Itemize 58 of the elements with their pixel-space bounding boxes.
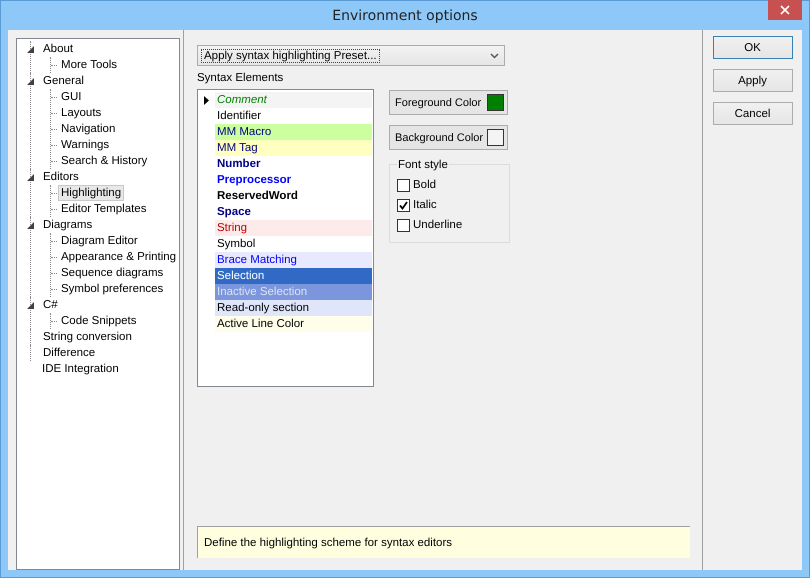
tree-item[interactable]: Navigation	[58, 121, 118, 137]
tree-item[interactable]: Difference	[40, 345, 98, 361]
tree-item[interactable]: IDE Integration	[39, 361, 122, 377]
dialog-button[interactable]: Cancel	[712, 102, 792, 125]
tree-item[interactable]: General	[40, 73, 87, 89]
syntax-element-item[interactable]: Selection	[215, 268, 372, 284]
tree-item[interactable]: Symbol preferences	[58, 281, 166, 297]
dialog-button[interactable]: OK	[712, 36, 792, 59]
syntax-element-item[interactable]: Brace Matching	[215, 252, 372, 268]
syntax-element-item[interactable]: Active Line Color	[215, 316, 372, 332]
tree-item[interactable]: More Tools	[58, 57, 120, 73]
syntax-element-item[interactable]: Symbol	[215, 236, 372, 252]
tree-item[interactable]: Editor Templates	[58, 201, 150, 217]
color-button[interactable]: Foreground Color	[389, 90, 508, 115]
tree-item[interactable]: Editors	[40, 169, 82, 185]
tree-item[interactable]: C#	[40, 297, 61, 313]
dialog-button[interactable]: Apply	[712, 69, 792, 92]
expander-icon[interactable]	[27, 222, 34, 228]
tree-item[interactable]: Diagrams	[40, 217, 96, 233]
tree-item[interactable]: Appearance & Printing	[58, 249, 180, 265]
syntax-element-item[interactable]: MM Tag	[215, 140, 372, 156]
tree-item[interactable]: Code Snippets	[58, 313, 140, 329]
expander-icon[interactable]	[27, 174, 34, 180]
tree-item[interactable]: Search & History	[58, 153, 150, 169]
checkbox-label[interactable]: Italic	[412, 199, 438, 211]
chevron-down-icon	[490, 52, 499, 58]
window-title: Environment options	[332, 8, 478, 24]
tree-item[interactable]: About	[40, 41, 76, 57]
close-button[interactable]	[768, 0, 802, 20]
syntax-element-item[interactable]: Read-only section	[215, 300, 372, 316]
tree-item[interactable]: Warnings	[58, 137, 112, 153]
checkbox[interactable]	[397, 178, 410, 192]
expander-icon[interactable]	[27, 302, 34, 308]
checkbox[interactable]	[397, 218, 410, 232]
tree-item[interactable]: Diagram Editor	[58, 233, 141, 249]
checkbox-label[interactable]: Underline	[412, 219, 464, 231]
description-text: Define the highlighting scheme for syntax editors	[197, 526, 690, 558]
checkbox-label[interactable]: Bold	[412, 179, 438, 191]
expander-icon[interactable]	[27, 78, 34, 84]
tree-item[interactable]: Sequence diagrams	[58, 265, 166, 281]
syntax-element-item[interactable]: Space	[215, 204, 372, 220]
syntax-element-item[interactable]: String	[215, 220, 372, 236]
syntax-element-item[interactable]: Comment	[215, 92, 372, 108]
close-icon	[780, 5, 790, 15]
syntax-element-item[interactable]: Preprocessor	[215, 172, 372, 188]
syntax-element-item[interactable]: MM Macro	[215, 124, 372, 140]
syntax-elements-label: Syntax Elements	[197, 72, 284, 84]
tree-item[interactable]: GUI	[58, 89, 84, 105]
tree-item[interactable]: String conversion	[40, 329, 135, 345]
tree-item[interactable]: Layouts	[58, 105, 104, 121]
checkbox[interactable]	[397, 198, 410, 212]
syntax-element-item[interactable]: ReservedWord	[215, 188, 372, 204]
expander-icon[interactable]	[27, 46, 34, 52]
group-title: Font style	[397, 158, 449, 172]
syntax-element-item[interactable]: Number	[215, 156, 372, 172]
tree-item[interactable]: Highlighting	[58, 185, 124, 201]
preset-dropdown[interactable]: Apply syntax highlighting Preset...	[197, 45, 505, 66]
color-button[interactable]: Background Color	[389, 125, 508, 150]
